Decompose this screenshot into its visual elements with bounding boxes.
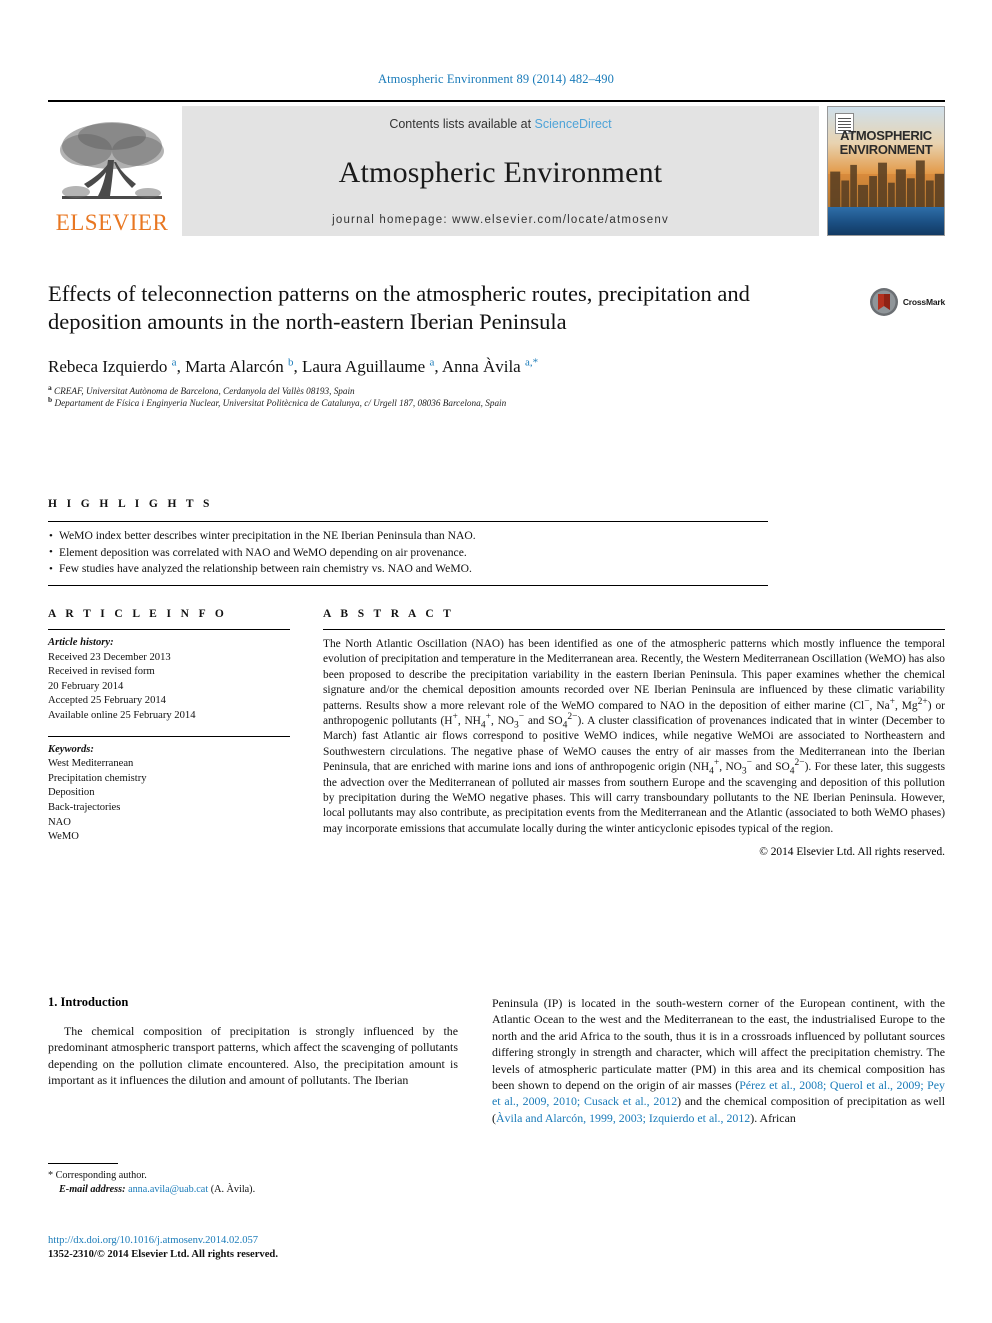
abstract-heading: A B S T R A C T (323, 608, 455, 620)
highlights-section: H I G H L I G H T S WeMO index better de… (48, 498, 768, 586)
journal-band: Contents lists available at ScienceDirec… (182, 106, 819, 236)
sciencedirect-link[interactable]: ScienceDirect (535, 117, 612, 131)
intro-left-column: 1. Introduction The chemical composition… (48, 995, 458, 1089)
cover-skyline-icon (830, 160, 944, 207)
keyword-item: Precipitation chemistry (48, 772, 147, 784)
history-line: Received 23 December 2013 (48, 651, 171, 663)
email-link[interactable]: anna.avila@uab.cat (128, 1184, 208, 1195)
list-item: Few studies have analyzed the relationsh… (48, 561, 768, 578)
intro-paragraph-right: Peninsula (IP) is located in the south-w… (492, 996, 945, 1125)
affiliation-b-text: Departament de Física i Enginyeria Nucle… (54, 398, 507, 409)
history-line: Accepted 25 February 2014 (48, 695, 166, 707)
cover-title-line1: ATMOSPHERIC (840, 128, 932, 143)
intro-paragraph-left: The chemical composition of precipitatio… (48, 1024, 458, 1088)
crossmark-badge[interactable]: CrossMark (869, 287, 945, 317)
footer-doi-block: http://dx.doi.org/10.1016/j.atmosenv.201… (48, 1234, 458, 1262)
crossmark-label: CrossMark (902, 297, 945, 307)
article-info-section: A R T I C L E I N F O Article history: R… (48, 608, 290, 855)
highlights-heading: H I G H L I G H T S (48, 498, 213, 510)
article-history-label: Article history: (48, 637, 114, 648)
article-history-block: Article history: Received 23 December 20… (48, 630, 290, 734)
list-item: Element deposition was correlated with N… (48, 544, 768, 562)
cover-title: ATMOSPHERIC ENVIRONMENT (828, 129, 944, 157)
elsevier-tree-icon (60, 122, 164, 199)
running-head: Atmospheric Environment 89 (2014) 482–49… (377, 72, 614, 86)
journal-homepage[interactable]: journal homepage: www.elsevier.com/locat… (332, 214, 669, 226)
footnote-rule (48, 1163, 118, 1164)
highlights-list: WeMO index better describes winter preci… (48, 522, 768, 585)
abstract-copyright: © 2014 Elsevier Ltd. All rights reserved… (759, 846, 945, 859)
keyword-item: WeMO (48, 831, 79, 843)
contents-available-line: Contents lists available at ScienceDirec… (389, 117, 611, 131)
list-item: WeMO index better describes winter preci… (48, 528, 768, 545)
keywords-label: Keywords: (48, 743, 94, 755)
highlights-bottom-rule (48, 584, 768, 586)
email-line: E-mail address: anna.avila@uab.cat (A. À… (48, 1183, 458, 1197)
keyword-item: Deposition (48, 787, 95, 799)
article-info-heading: A R T I C L E I N F O (48, 608, 228, 620)
affiliation-a: a CREAF, Universitat Autònoma de Barcelo… (48, 382, 355, 396)
doi-link[interactable]: http://dx.doi.org/10.1016/j.atmosenv.201… (48, 1234, 458, 1248)
issn-copyright: 1352-2310/© 2014 Elsevier Ltd. All right… (48, 1249, 278, 1260)
paper-page: Atmospheric Environment 89 (2014) 482–49… (0, 0, 992, 1323)
history-line: Received in revised form (48, 666, 155, 678)
keyword-item: Back-trajectories (48, 801, 121, 813)
journal-masthead: ELSEVIER Contents lists available at Sci… (48, 100, 945, 236)
cover-water (828, 206, 944, 235)
crossmark-icon (869, 288, 898, 316)
keyword-item: NAO (48, 816, 71, 828)
elsevier-wordmark: ELSEVIER (55, 210, 169, 235)
author-list: Rebeca Izquierdo a, Marta Alarcón b, Lau… (48, 356, 539, 376)
page-title: Effects of teleconnection patterns on th… (48, 281, 750, 334)
journal-title: Atmospheric Environment (338, 155, 663, 189)
affiliation-b: b Departament de Física i Enginyeria Nuc… (48, 395, 507, 409)
history-line: 20 February 2014 (48, 680, 124, 692)
contents-prefix: Contents lists available at (389, 117, 535, 131)
affiliation-a-text: CREAF, Universitat Autònoma de Barcelona… (54, 386, 355, 396)
email-suffix: (A. Àvila). (210, 1183, 256, 1195)
abstract-section: A B S T R A C T The North Atlantic Oscil… (323, 608, 945, 858)
introduction-heading: 1. Introduction (48, 995, 129, 1009)
abstract-text: The North Atlantic Oscillation (NAO) has… (323, 638, 946, 835)
keyword-item: West Mediterranean (48, 758, 134, 770)
title-block: Effects of teleconnection patterns on th… (48, 280, 828, 409)
footnote-block: * Corresponding author. E-mail address: … (48, 1163, 458, 1196)
email-label: E-mail address: (59, 1183, 126, 1195)
journal-cover-thumbnail: ATMOSPHERIC ENVIRONMENT (827, 106, 945, 236)
intro-right-column: Peninsula (IP) is located in the south-w… (492, 995, 945, 1126)
corresponding-author-note: * Corresponding author. (48, 1170, 147, 1181)
history-line: Available online 25 February 2014 (48, 709, 196, 721)
keywords-block: Keywords: West Mediterranean Precipitati… (48, 737, 290, 855)
elsevier-logo: ELSEVIER (48, 106, 176, 236)
